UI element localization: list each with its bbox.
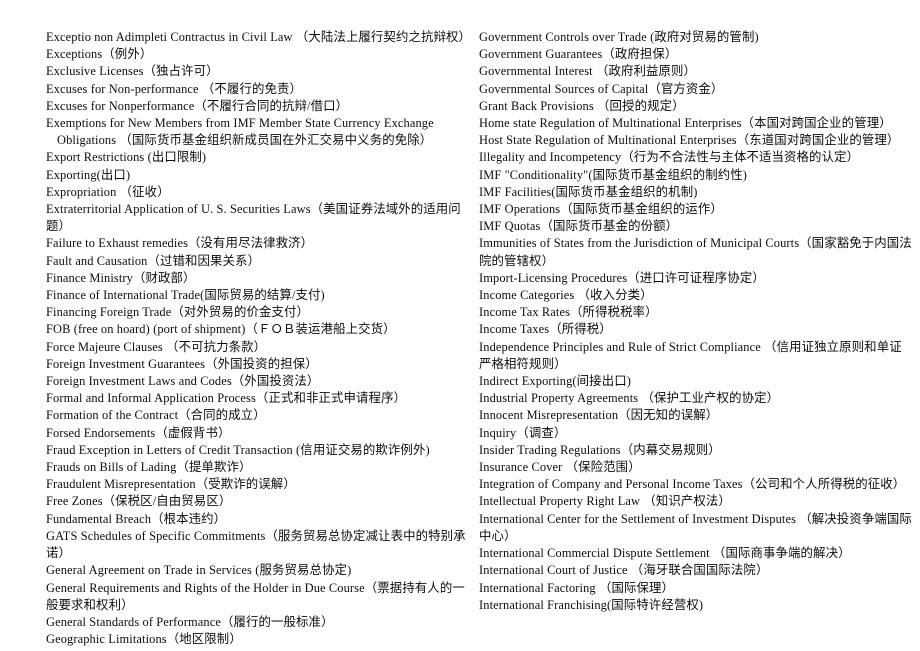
- glossary-entry: General Standards of Performance（履行的一般标准…: [46, 614, 334, 629]
- glossary-column-left: Exceptio non Adimpleti Contractus in Civ…: [0, 29, 472, 648]
- glossary-entry: International Factoring （国际保理）: [479, 580, 675, 595]
- glossary-entry: Financing Foreign Trade（对外贸易的价金支付）: [46, 305, 310, 320]
- glossary-entry: Immunities of States from the Jurisdicti…: [479, 236, 912, 268]
- glossary-entry: Income Tax Rates（所得税税率）: [479, 305, 658, 320]
- glossary-entry: IMF Operations（国际货币基金组织的运作）: [479, 202, 723, 217]
- glossary-entry: International Center for the Settlement …: [479, 511, 912, 543]
- glossary-entry: Foreign Investment Laws and Codes（外国投资法）: [46, 374, 320, 389]
- glossary-entry: Excuses for Nonperformance（不履行合同的抗辩/借口）: [46, 98, 349, 113]
- glossary-column-right: Government Controls over Trade (政府对贸易的管制…: [470, 29, 920, 614]
- glossary-entry: Exceptions（例外）: [46, 47, 153, 62]
- glossary-entry: Formal and Informal Application Process（…: [46, 391, 407, 406]
- glossary-entry: Exceptio non Adimpleti Contractus in Civ…: [46, 30, 472, 44]
- glossary-entry: International Commercial Dispute Settlem…: [479, 546, 851, 561]
- glossary-entry: Free Zones（保税区/自由贸易区）: [46, 494, 232, 509]
- glossary-entry: Fault and Causation（过错和因果关系）: [46, 253, 261, 268]
- glossary-entry: Insurance Cover （保险范围）: [479, 460, 641, 475]
- glossary-entry: Government Controls over Trade (政府对贸易的管制…: [479, 30, 759, 44]
- glossary-entry: GATS Schedules of Specific Commitments（服…: [46, 528, 466, 561]
- glossary-entry: Exemptions for New Members from IMF Memb…: [46, 116, 434, 148]
- glossary-page: Exceptio non Adimpleti Contractus in Civ…: [0, 0, 920, 651]
- glossary-entry: Exporting(出口): [46, 167, 131, 182]
- glossary-entry: Import-Licensing Procedures（进口许可证程序协定）: [479, 270, 765, 285]
- glossary-entry: International Court of Justice （海牙联合国国际法…: [479, 563, 769, 578]
- glossary-entry: General Agreement on Trade in Services (…: [46, 563, 352, 578]
- glossary-entry: Extraterritorial Application of U. S. Se…: [46, 202, 461, 234]
- glossary-entry: Income Categories （收入分类）: [479, 288, 653, 303]
- glossary-entry: Governmental Sources of Capital（官方资金）: [479, 81, 724, 96]
- glossary-entry: Forsed Endorsements（虚假背书）: [46, 425, 231, 440]
- glossary-entry: Fraud Exception in Letters of Credit Tra…: [46, 442, 430, 457]
- glossary-entry: Foreign Investment Guarantees（外国投资的担保）: [46, 356, 318, 371]
- glossary-entry: Innocent Misrepresentation（因无知的误解）: [479, 408, 719, 423]
- glossary-entry: IMF Facilities(国际货币基金组织的机制): [479, 184, 698, 199]
- glossary-entry: Intellectual Property Right Law （知识产权法）: [479, 494, 731, 509]
- glossary-entry: Governmental Interest （政府利益原则）: [479, 64, 697, 79]
- glossary-entry: Failure to Exhaust remedies（没有用尽法律救济）: [46, 236, 314, 251]
- glossary-entry: General Requirements and Rights of the H…: [46, 580, 465, 612]
- glossary-entry: Fraudulent Misrepresentation（受欺诈的误解）: [46, 477, 296, 492]
- glossary-entry: Fundamental Breach（根本违约）: [46, 511, 227, 526]
- glossary-entry: Insider Trading Regulations（内幕交易规则）: [479, 442, 721, 457]
- glossary-entry: Export Restrictions (出口限制): [46, 150, 207, 165]
- glossary-entry: IMF Quotas（国际货币基金的份额）: [479, 219, 679, 234]
- glossary-entry: Expropriation （征收）: [46, 184, 170, 199]
- two-column-layout: Exceptio non Adimpleti Contractus in Civ…: [0, 29, 920, 648]
- glossary-entry: Grant Back Provisions （回授的规定）: [479, 98, 685, 113]
- glossary-entry: Excuses for Non-performance （不履行的免责）: [46, 81, 302, 96]
- glossary-entry: Illegality and Incompetency（行为不合法性与主体不适当…: [479, 150, 860, 165]
- glossary-entry: Income Taxes（所得税）: [479, 322, 612, 337]
- glossary-entry: Frauds on Bills of Lading（提单欺诈）: [46, 460, 252, 475]
- glossary-entry: Government Guarantees（政府担保）: [479, 47, 678, 62]
- glossary-entry: Force Majeure Clauses （不可抗力条款）: [46, 339, 267, 354]
- glossary-entry: Geographic Limitations（地区限制）: [46, 632, 242, 647]
- glossary-entry: International Franchising(国际特许经营权): [479, 597, 704, 612]
- glossary-entry: Finance of International Trade(国际贸易的结算/支…: [46, 288, 325, 303]
- glossary-entry: Inquiry（调查）: [479, 425, 567, 440]
- glossary-entry: Exclusive Licenses（独占许可）: [46, 64, 219, 79]
- glossary-entry: IMF "Conditionality"(国际货币基金组织的制约性): [479, 167, 747, 182]
- glossary-entry: Host State Regulation of Multinational E…: [479, 133, 900, 148]
- glossary-entry: Home state Regulation of Multinational E…: [479, 116, 892, 131]
- glossary-entry: Finance Ministry（财政部）: [46, 270, 196, 285]
- glossary-entry: Independence Principles and Rule of Stri…: [479, 339, 902, 371]
- glossary-entry: Industrial Property Agreements （保护工业产权的协…: [479, 391, 780, 406]
- glossary-entry: Formation of the Contract（合同的成立）: [46, 408, 266, 423]
- glossary-entry: FOB (free on hoard) (port of shipment)（Ｆ…: [46, 322, 396, 337]
- glossary-entry: Indirect Exporting(间接出口): [479, 374, 631, 389]
- glossary-entry: Integration of Company and Personal Inco…: [479, 477, 906, 492]
